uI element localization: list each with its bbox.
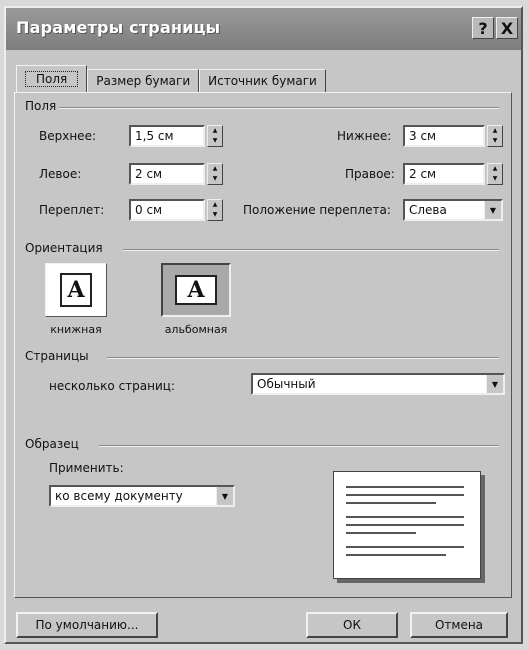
help-button[interactable]: ? — [472, 17, 494, 39]
spin-down-icon: ▼ — [212, 211, 218, 218]
preview-line — [346, 516, 464, 518]
spin-down-icon: ▼ — [492, 137, 498, 144]
chevron-down-icon[interactable]: ▼ — [484, 201, 501, 219]
preview-line — [346, 524, 464, 526]
title-bar: Параметры страницы ? X — [6, 8, 521, 50]
divider — [99, 445, 499, 447]
portrait-page-icon: A — [60, 273, 92, 307]
close-button[interactable]: X — [496, 17, 518, 39]
right-margin-label: Правое: — [345, 167, 395, 181]
left-margin-input[interactable]: 2 см — [129, 163, 205, 185]
apply-to-value: ко всему документу — [55, 489, 183, 503]
sample-preview — [333, 471, 481, 579]
landscape-option[interactable]: A — [161, 263, 231, 317]
spin-up-icon: ▲ — [212, 127, 218, 134]
chevron-down-icon[interactable]: ▼ — [486, 375, 503, 393]
right-margin-input[interactable]: 2 см — [403, 163, 485, 185]
portrait-label: книжная — [50, 323, 102, 336]
gutter-input[interactable]: 0 см — [129, 199, 205, 221]
tab-margins[interactable]: Поля — [16, 65, 88, 92]
multiple-pages-label: несколько страниц: — [49, 379, 175, 393]
bottom-margin-stepper[interactable]: ▲ ▼ — [487, 125, 503, 147]
tab-panel: Поля Верхнее: 1,5 см ▲ ▼ Нижнее: 3 см ▲ ▼ … — [14, 92, 512, 598]
landscape-page-icon: A — [175, 275, 217, 305]
left-margin-stepper[interactable]: ▲ ▼ — [207, 163, 223, 185]
tab-paper-source[interactable]: Источник бумаги — [199, 69, 326, 92]
preview-line — [346, 502, 436, 504]
gutter-position-value: Слева — [409, 203, 447, 217]
gutter-position-select[interactable]: Слева ▼ — [403, 199, 503, 221]
apply-to-select[interactable]: ко всему документу ▼ — [49, 485, 235, 507]
page-setup-dialog: Параметры страницы ? X Поля Размер бумаг… — [4, 6, 523, 644]
multiple-pages-select[interactable]: Обычный ▼ — [251, 373, 505, 395]
spin-up-icon: ▲ — [212, 165, 218, 172]
spin-down-icon: ▼ — [212, 137, 218, 144]
gutter-stepper[interactable]: ▲ ▼ — [207, 199, 223, 221]
spin-down-icon: ▼ — [492, 175, 498, 182]
top-margin-stepper[interactable]: ▲ ▼ — [207, 125, 223, 147]
dialog-title: Параметры страницы — [16, 18, 221, 37]
gutter-label: Переплет: — [39, 203, 105, 217]
bottom-margin-input[interactable]: 3 см — [403, 125, 485, 147]
cancel-button[interactable]: Отмена — [410, 612, 508, 638]
top-margin-label: Верхнее: — [39, 129, 96, 143]
divider — [123, 249, 499, 251]
preview-line — [346, 494, 464, 496]
close-icon: X — [500, 18, 514, 38]
preview-line — [346, 532, 416, 534]
divider — [107, 357, 499, 359]
top-margin-input[interactable]: 1,5 см — [129, 125, 205, 147]
preview-line — [346, 486, 464, 488]
default-button[interactable]: По умолчанию... — [16, 612, 158, 638]
right-margin-stepper[interactable]: ▲ ▼ — [487, 163, 503, 185]
chevron-down-icon[interactable]: ▼ — [216, 487, 233, 505]
divider — [59, 107, 499, 109]
margins-legend: Поля — [25, 99, 57, 113]
spin-up-icon: ▲ — [212, 201, 218, 208]
tab-paper-size[interactable]: Размер бумаги — [87, 69, 200, 92]
orientation-legend: Ориентация — [25, 241, 103, 255]
tab-bar: Поля Размер бумаги Источник бумаги — [16, 65, 326, 92]
portrait-option[interactable]: A — [45, 263, 107, 317]
spin-up-icon: ▲ — [492, 165, 498, 172]
preview-line — [346, 554, 446, 556]
bottom-margin-label: Нижнее: — [337, 129, 392, 143]
preview-line — [346, 546, 464, 548]
sample-legend: Образец — [25, 437, 79, 451]
gutter-position-label: Положение переплета: — [243, 203, 391, 217]
apply-to-label: Применить: — [49, 461, 124, 475]
left-margin-label: Левое: — [39, 167, 82, 181]
spin-up-icon: ▲ — [492, 127, 498, 134]
pages-legend: Страницы — [25, 349, 89, 363]
ok-button[interactable]: ОК — [306, 612, 398, 638]
spin-down-icon: ▼ — [212, 175, 218, 182]
help-icon: ? — [478, 18, 488, 38]
landscape-label: альбомная — [164, 323, 228, 336]
multiple-pages-value: Обычный — [257, 377, 316, 391]
